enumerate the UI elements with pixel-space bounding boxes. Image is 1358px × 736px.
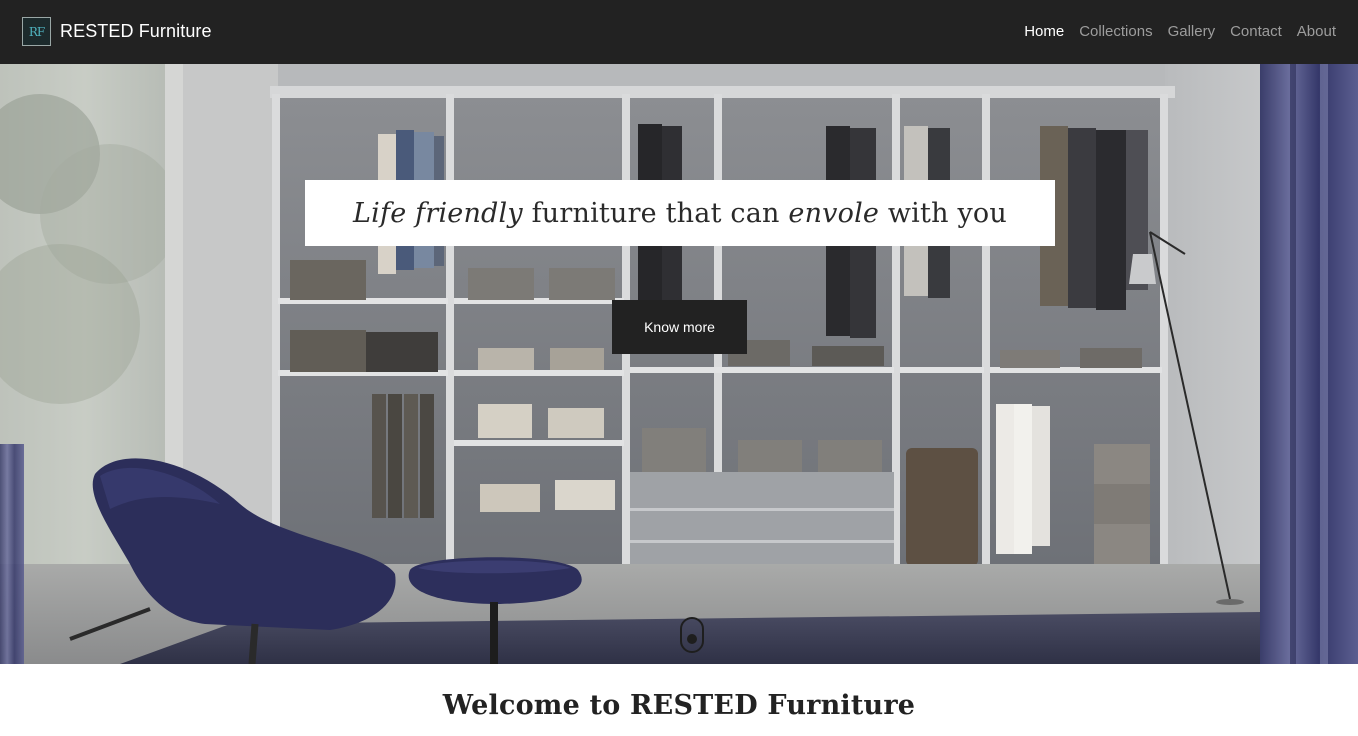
hero-tagline: Life friendly furniture that can envole … xyxy=(305,180,1055,246)
navbar: RF RESTED Furniture Home Collections Gal… xyxy=(0,0,1358,64)
hero-background-image xyxy=(0,64,1358,664)
nav-item-home[interactable]: Home xyxy=(1024,23,1064,40)
know-more-button[interactable]: Know more xyxy=(612,300,747,354)
nav-item-gallery[interactable]: Gallery xyxy=(1168,23,1216,40)
brand-logo-icon: RF xyxy=(22,17,51,46)
nav-item-contact[interactable]: Contact xyxy=(1230,23,1282,40)
brand-link[interactable]: RF RESTED Furniture xyxy=(22,17,212,46)
tagline-text-1: furniture that can xyxy=(522,197,789,229)
hero-section: Life friendly furniture that can envole … xyxy=(0,64,1358,664)
nav-item-about[interactable]: About xyxy=(1297,23,1336,40)
scroll-dot-icon xyxy=(687,634,697,644)
brand-name: RESTED Furniture xyxy=(60,21,212,41)
tagline-text-2: with you xyxy=(879,197,1007,229)
welcome-heading: Welcome to RESTED Furniture xyxy=(442,690,916,721)
scroll-down-icon[interactable] xyxy=(680,617,704,653)
nav-item-collections[interactable]: Collections xyxy=(1079,23,1152,40)
tagline-emphasis-2: envole xyxy=(788,197,880,229)
tagline-emphasis-1: Life friendly xyxy=(353,197,523,229)
nav-links: Home Collections Gallery Contact About xyxy=(1009,23,1336,40)
